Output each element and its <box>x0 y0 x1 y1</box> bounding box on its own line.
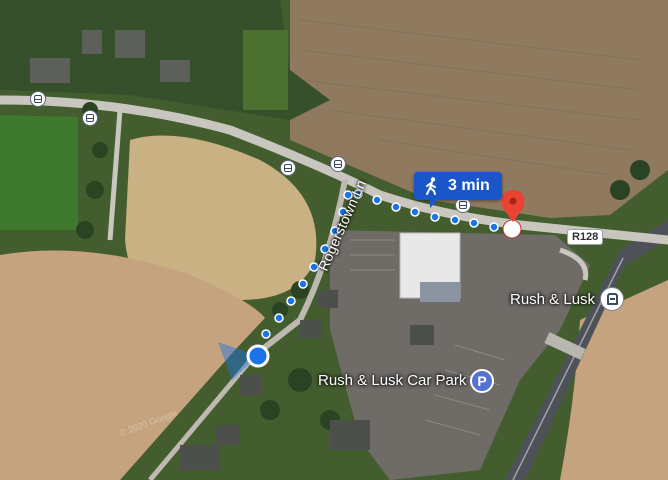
destination-marker-base <box>502 219 522 239</box>
train-glyph <box>606 293 618 305</box>
walking-person-icon <box>426 177 436 195</box>
route-dot <box>286 296 296 306</box>
bus-glyph <box>86 114 94 122</box>
current-location-dot[interactable] <box>246 344 270 368</box>
walking-time-chip[interactable]: 3 min <box>414 172 502 208</box>
route-dot <box>274 313 284 323</box>
train-station-icon[interactable] <box>600 287 624 311</box>
car-park-label[interactable]: Rush & Lusk Car Park <box>318 372 466 389</box>
bus-stop-icon[interactable] <box>330 156 346 172</box>
pin-hole <box>509 197 517 205</box>
route-dot <box>261 329 271 339</box>
parking-icon[interactable]: P <box>470 369 494 393</box>
garden-plot <box>243 30 288 110</box>
building-annex <box>420 282 460 302</box>
route-dot <box>430 212 440 222</box>
bus-glyph <box>34 95 42 103</box>
bus-stop-icon[interactable] <box>280 160 296 176</box>
route-dot <box>298 279 308 289</box>
bus-stop-icon[interactable] <box>82 110 98 126</box>
route-dot <box>410 207 420 217</box>
walking-time: 3 min <box>448 177 490 194</box>
bus-stop-icon[interactable] <box>30 91 46 107</box>
station-label[interactable]: Rush & Lusk <box>510 291 595 308</box>
route-dot <box>372 195 382 205</box>
sports-pitch <box>0 115 78 230</box>
road-number-shield: R128 <box>567 229 604 245</box>
route-dot <box>450 215 460 225</box>
bus-glyph <box>459 201 467 209</box>
bus-glyph <box>284 164 292 172</box>
route-dot <box>391 202 401 212</box>
bus-glyph <box>334 160 342 168</box>
route-dot <box>489 222 499 232</box>
route-dot <box>469 218 479 228</box>
